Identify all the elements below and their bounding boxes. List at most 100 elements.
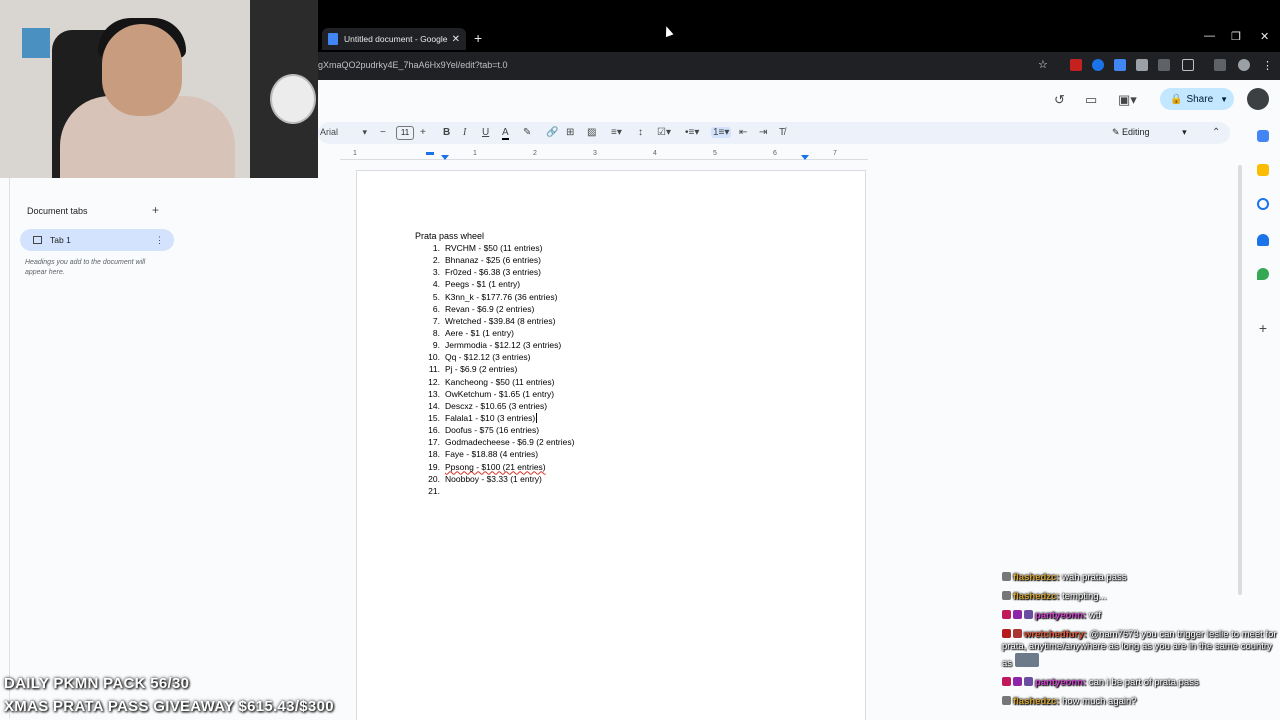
decrease-indent-icon[interactable]: ⇤ xyxy=(739,127,747,138)
entries-list[interactable]: 1. RVCHM - $50 (11 entries) 2. Bhnanaz - $… xyxy=(420,243,574,498)
list-item-number: 15. xyxy=(428,412,440,423)
sidebar-item-tab-1[interactable]: Tab 1 ⋮ xyxy=(20,229,174,251)
chat-message: flashedzc: wah prata pass xyxy=(1002,572,1278,584)
right-indent-marker[interactable] xyxy=(801,155,809,160)
list-item-number: 5. xyxy=(432,291,440,302)
keep-icon[interactable] xyxy=(1257,164,1269,176)
list-item[interactable]: 12. Kancheong - $50 (11 entries) xyxy=(420,377,574,389)
ruler-tick: 2 xyxy=(533,150,537,157)
collapse-menus-icon[interactable]: ⌃ xyxy=(1212,127,1220,138)
increase-font-size-icon[interactable]: + xyxy=(420,127,426,138)
list-item-number: 7. xyxy=(432,315,440,326)
ruler-tick: 6 xyxy=(773,150,777,157)
avatar[interactable] xyxy=(1247,88,1269,110)
left-indent-marker[interactable] xyxy=(441,155,449,160)
link-icon[interactable]: 🔗 xyxy=(546,127,558,138)
align-icon[interactable]: ≡▾ xyxy=(611,127,622,138)
list-item[interactable]: 21. xyxy=(420,486,574,498)
share-button[interactable]: 🔒 Share ▼ xyxy=(1160,88,1234,110)
list-item[interactable]: 17. Godmadecheese - $6.9 (2 entries) xyxy=(420,437,574,449)
browser-tab[interactable]: Untitled document - Google Do ✕ xyxy=(322,28,466,50)
list-item[interactable]: 11. Pj - $6.9 (2 entries) xyxy=(420,364,574,376)
line-spacing-icon[interactable]: ↕ xyxy=(638,127,643,138)
clear-formatting-icon[interactable]: T̸ xyxy=(779,127,785,138)
italic-icon[interactable]: I xyxy=(463,127,466,138)
scrollbar[interactable] xyxy=(1238,165,1242,595)
text-color-icon[interactable]: A xyxy=(502,127,509,140)
extension-icon[interactable] xyxy=(1092,59,1104,71)
list-item[interactable]: 2. Bhnanaz - $25 (6 entries) xyxy=(420,255,574,267)
new-tab-icon[interactable]: + xyxy=(474,30,482,46)
list-item[interactable]: 6. Revan - $6.9 (2 entries) xyxy=(420,304,574,316)
browser-menu-icon[interactable]: ⋮ xyxy=(1262,59,1274,72)
increase-indent-icon[interactable]: ⇥ xyxy=(759,127,767,138)
list-item[interactable]: 1. RVCHM - $50 (11 entries) xyxy=(420,243,574,255)
image-icon[interactable]: ▨ xyxy=(587,127,596,138)
extension-icon[interactable] xyxy=(1070,59,1082,71)
editing-mode-select[interactable]: ✎ Editing ▾ xyxy=(1112,127,1187,138)
list-item-text: Jermmodia - $12.12 (3 entries) xyxy=(445,340,562,351)
horizontal-ruler[interactable] xyxy=(340,150,868,160)
more-options-icon[interactable]: ⋮ xyxy=(155,235,164,246)
tasks-icon[interactable] xyxy=(1257,198,1269,210)
add-tab-icon[interactable]: + xyxy=(152,203,159,217)
font-select[interactable]: Arial ▾ xyxy=(320,127,367,138)
list-item[interactable]: 14. Descxz - $10.65 (3 entries) xyxy=(420,401,574,413)
extensions-puzzle-icon[interactable] xyxy=(1182,59,1194,71)
bookmark-star-icon[interactable]: ☆ xyxy=(1038,58,1050,71)
decrease-font-size-icon[interactable]: − xyxy=(380,127,386,138)
list-item[interactable]: 13. OwKetchum - $1.65 (1 entry) xyxy=(420,389,574,401)
restore-icon[interactable]: ❐ xyxy=(1231,30,1241,43)
lock-icon: 🔒 xyxy=(1170,93,1183,105)
maps-icon[interactable] xyxy=(1257,268,1269,280)
extension-icon[interactable] xyxy=(1136,59,1148,71)
underline-icon[interactable]: U xyxy=(482,127,489,138)
media-icon[interactable] xyxy=(1214,59,1226,71)
extension-icon[interactable] xyxy=(1158,59,1170,71)
add-comment-icon[interactable]: ⊞ xyxy=(566,127,574,138)
history-icon[interactable]: ↺ xyxy=(1054,92,1065,108)
document-heading[interactable]: Prata pass wheel xyxy=(415,231,484,241)
list-item[interactable]: 3. Fr0zed - $6.38 (3 entries) xyxy=(420,267,574,279)
list-item[interactable]: 8. Aere - $1 (1 entry) xyxy=(420,328,574,340)
vertical-ruler[interactable] xyxy=(0,178,10,718)
font-size-field[interactable]: 11 xyxy=(396,126,414,140)
list-item[interactable]: 19. Ppsong - $100 (21 entries) xyxy=(420,462,574,474)
numbered-list-icon[interactable]: 1≡▾ xyxy=(711,127,732,138)
list-item-number: 14. xyxy=(428,400,440,411)
list-item[interactable]: 7. Wretched - $39.84 (8 entries) xyxy=(420,316,574,328)
list-item[interactable]: 16. Doofus - $75 (16 entries) xyxy=(420,425,574,437)
add-on-plus-icon[interactable]: + xyxy=(1257,321,1269,335)
list-item-text: Godmadecheese - $6.9 (2 entries) xyxy=(445,437,575,448)
highlight-icon[interactable]: ✎ xyxy=(523,127,531,138)
checklist-icon[interactable]: ☑▾ xyxy=(657,127,671,138)
list-item[interactable]: 18. Faye - $18.88 (4 entries) xyxy=(420,449,574,461)
list-item[interactable]: 4. Peegs - $1 (1 entry) xyxy=(420,279,574,291)
list-item[interactable]: 9. Jermmodia - $12.12 (3 entries) xyxy=(420,340,574,352)
close-tab-icon[interactable]: ✕ xyxy=(452,34,460,45)
bold-icon[interactable]: B xyxy=(443,127,450,138)
headings-hint: Headings you add to the document will ap… xyxy=(25,259,146,276)
chat-badge-icon xyxy=(1024,610,1033,619)
stream-overlay-giveaway: XMAS PRATA PASS GIVEAWAY $615.43/$300 xyxy=(4,698,334,715)
comments-icon[interactable]: ▭ xyxy=(1085,92,1097,108)
close-window-icon[interactable]: ✕ xyxy=(1260,30,1269,43)
list-item[interactable]: 15. Falala1 - $10 (3 entries) xyxy=(420,412,574,425)
minimize-icon[interactable]: — xyxy=(1204,30,1215,42)
url-field[interactable]: gXmaQO2pudrky4E_7haA6Hx9Yel/edit?tab=t.0 xyxy=(318,60,508,70)
ruler-tick: 4 xyxy=(653,150,657,157)
chat-badge-icon xyxy=(1002,610,1011,619)
list-item[interactable]: 20. Noobboy - $3.33 (1 entry) xyxy=(420,474,574,486)
list-item[interactable]: 5. K3nn_k - $177.76 (36 entries) xyxy=(420,292,574,304)
bulleted-list-icon[interactable]: •≡▾ xyxy=(685,127,699,138)
chevron-down-icon[interactable]: ▼ xyxy=(1220,95,1228,104)
profile-icon[interactable] xyxy=(1238,59,1250,71)
extension-icon[interactable] xyxy=(1114,59,1126,71)
list-item[interactable]: 10. Qq - $12.12 (3 entries) xyxy=(420,352,574,364)
ruler-tick: 3 xyxy=(593,150,597,157)
tab-label: Tab 1 xyxy=(50,235,71,245)
calendar-icon[interactable] xyxy=(1257,130,1269,142)
contacts-icon[interactable] xyxy=(1257,234,1269,246)
meet-icon[interactable]: ▣▾ xyxy=(1118,92,1137,108)
first-line-indent-marker[interactable] xyxy=(426,152,434,155)
